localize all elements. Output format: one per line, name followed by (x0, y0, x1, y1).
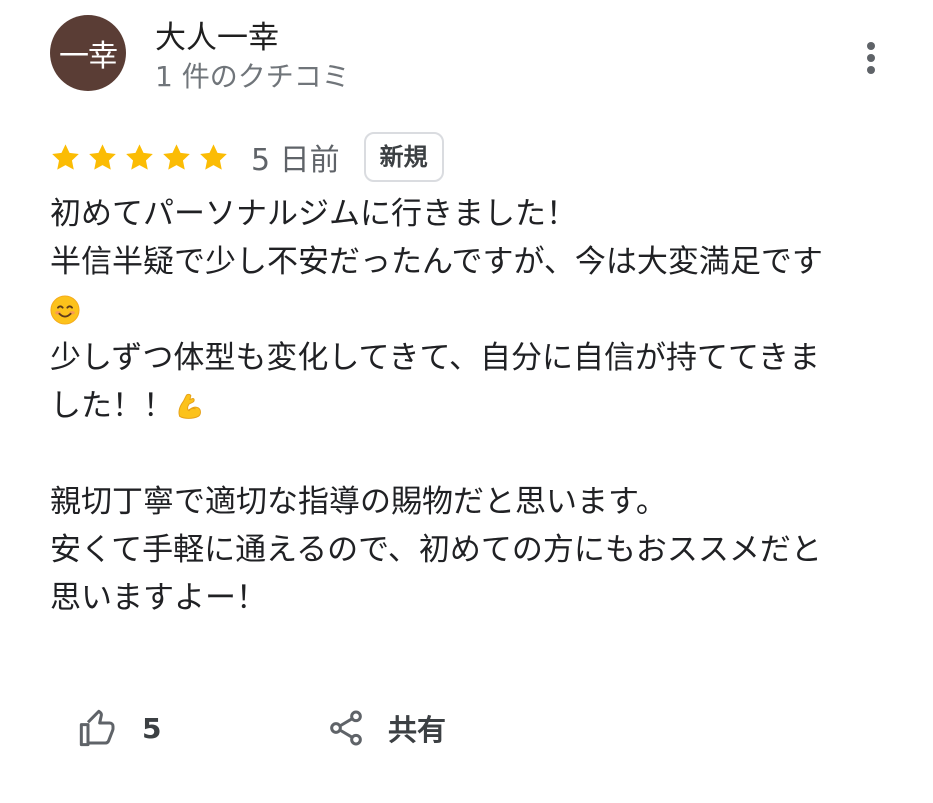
star-rating (50, 142, 229, 173)
reviewer-name[interactable]: 大人一幸 (155, 18, 279, 58)
reviewer-review-count[interactable]: 1 件のクチコミ (155, 58, 350, 96)
star-icon (163, 143, 190, 170)
like-button[interactable]: 5 (78, 705, 161, 751)
review-line (50, 286, 890, 334)
star-icon (126, 143, 153, 170)
new-badge: 新規 (363, 132, 444, 182)
like-count: 5 (142, 711, 162, 745)
avatar[interactable]: 一幸 (50, 15, 126, 91)
share-icon (330, 710, 362, 746)
star-icon (52, 143, 79, 170)
rating-row: 5 日前 新規 (50, 130, 444, 184)
review-line: 親切丁寧で適切な指導の賜物だと思います。 (50, 484, 667, 520)
share-button[interactable]: 共有 (326, 705, 446, 751)
star-icon (200, 143, 227, 170)
flexed-biceps-emoji (178, 393, 201, 419)
review-line: 半信半疑で少し不安だったんですが、今は大変満足です (50, 244, 823, 280)
review-date: 5 日前 (251, 143, 340, 178)
more-dot (867, 42, 875, 50)
thumbs-up-icon (79, 709, 115, 747)
review-text: 初めてパーソナルジムに行きました！ 半信半疑で少し不安だったんですが、今は大変満… (50, 190, 890, 622)
smiling-face-emoji (50, 295, 80, 325)
star-icon (89, 143, 116, 170)
review-card: 一幸 大人一幸 1 件のクチコミ 5 日前 新規 初めてパーソナルジムに行きまし… (0, 0, 933, 803)
review-line: 初めてパーソナルジムに行きました！ (50, 196, 577, 232)
review-line-text: した！！ (50, 388, 174, 424)
review-line: 思いますよー！ (50, 580, 267, 616)
avatar-initials: 一幸 (59, 39, 118, 74)
review-line: した！！ (50, 382, 890, 430)
more-dot (867, 54, 875, 62)
review-line: 安くて手軽に通えるので、初めての方にもおススメだと (50, 532, 822, 568)
more-options-icon[interactable] (856, 38, 886, 78)
share-label: 共有 (388, 713, 447, 747)
review-line: 少しずつ体型も変化してきて、自分に自信が持ててきま (50, 340, 821, 376)
more-dot (867, 66, 875, 74)
